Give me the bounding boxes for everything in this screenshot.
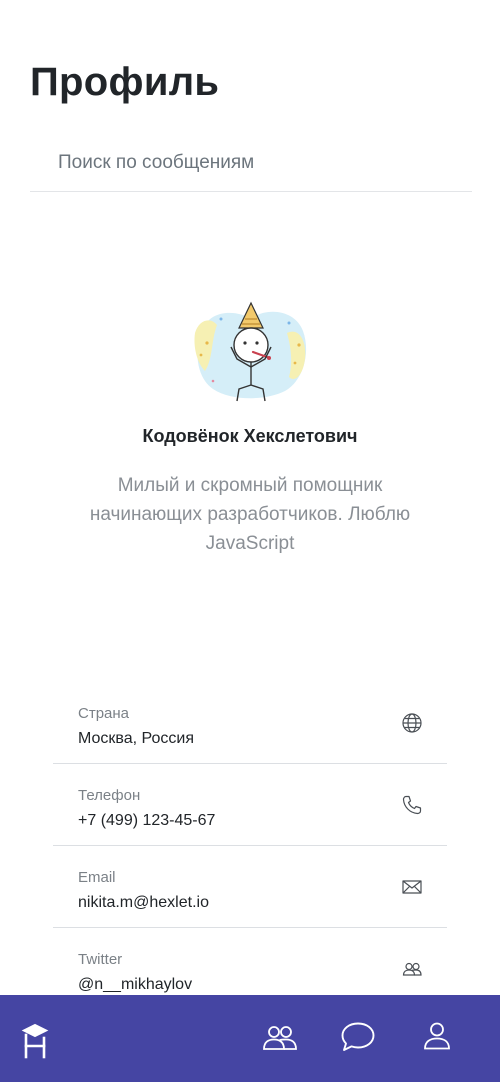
info-value[interactable]: nikita.m@hexlet.io [78,894,209,912]
globe-icon [401,712,423,734]
hexlet-logo-icon[interactable] [20,1023,50,1059]
profile-screen: Профиль Поиск по сообщениям Кодовёнок Хе… [0,0,500,1082]
user-bio: Милый и скромный помощник начинающих раз… [89,475,411,554]
search-bar [30,140,472,192]
info-label: Email [78,869,116,886]
phone-icon [401,794,423,816]
avatar [191,297,309,402]
info-label: Страна [78,705,130,722]
profile-icon[interactable] [423,1021,451,1051]
info-row-country: Страна Москва, Россия [53,682,447,764]
info-label: Телефон [78,787,141,804]
bottom-navigation [0,995,500,1082]
info-value[interactable]: +7 (499) 123-45-67 [78,812,215,830]
info-row-email: Email nikita.m@hexlet.io [53,846,447,928]
people-icon [401,958,423,980]
page-title: Профиль [30,60,220,104]
contact-info-list: Страна Москва, Россия Телефон +7 (499) 1… [53,682,447,1010]
user-name: Кодовёнок Хекслетович [142,426,358,446]
info-value: Москва, Россия [78,730,194,747]
chat-icon[interactable] [340,1021,376,1053]
friends-icon[interactable] [262,1023,298,1053]
info-label: Twitter [78,951,123,968]
mail-icon [401,876,423,898]
info-row-phone: Телефон +7 (499) 123-45-67 [53,764,447,846]
search-input[interactable] [30,140,472,186]
info-value[interactable]: @n__mikhaylov [78,976,192,994]
